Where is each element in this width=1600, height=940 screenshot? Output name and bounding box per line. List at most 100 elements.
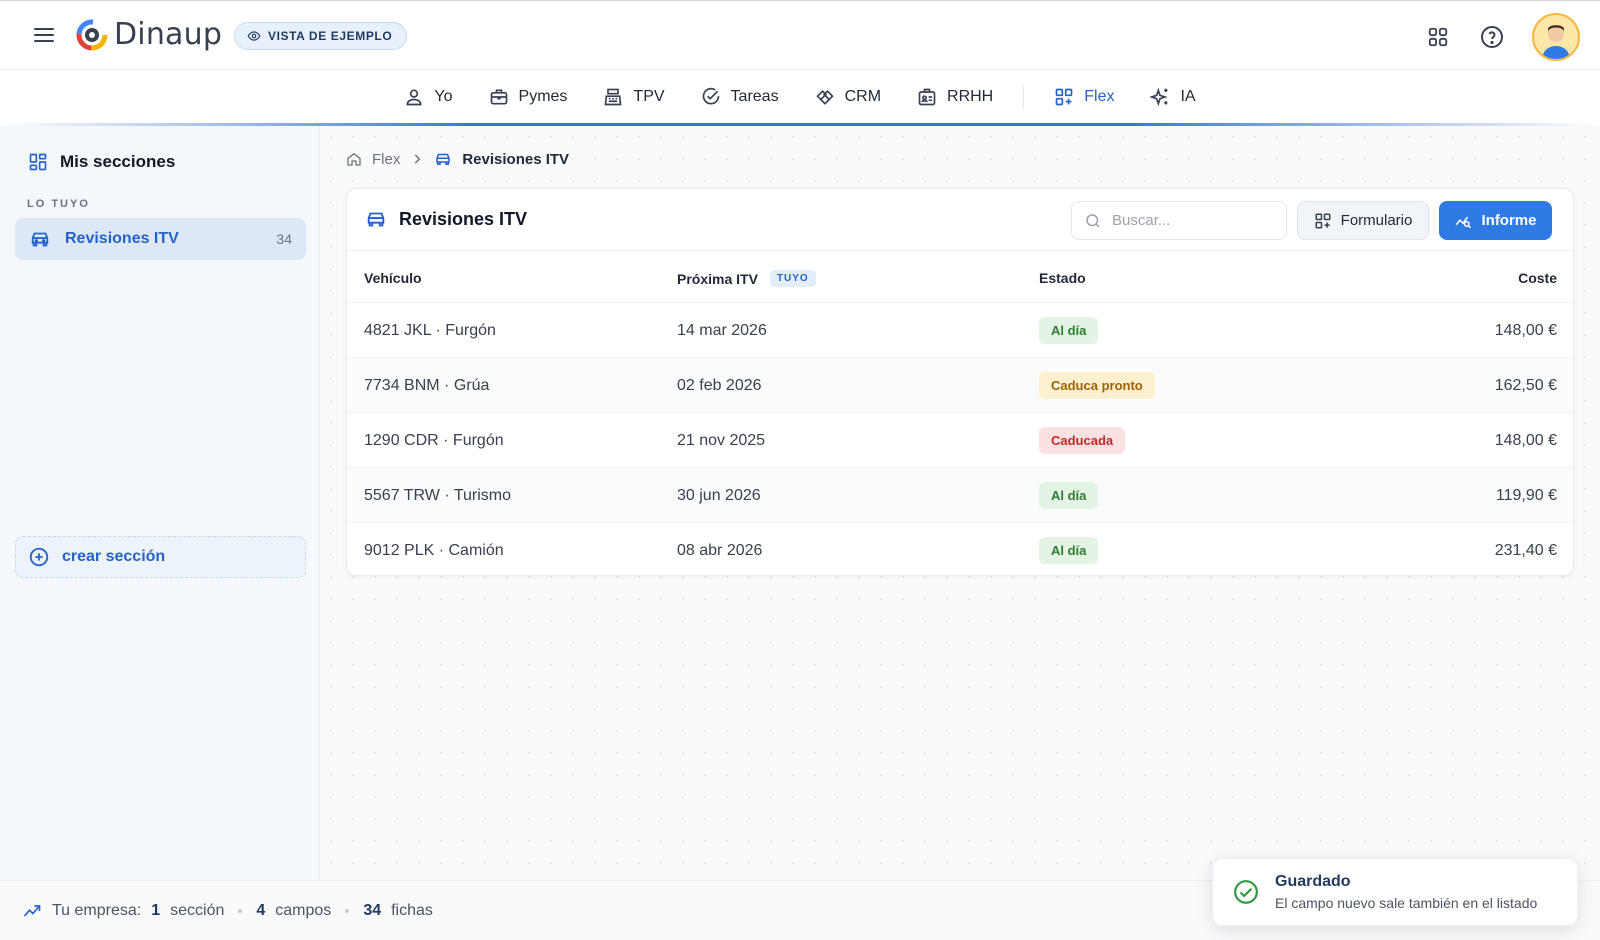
user-avatar[interactable]: [1532, 13, 1580, 61]
nav-item-crm[interactable]: CRM: [797, 77, 899, 117]
column-header-status[interactable]: Estado: [1039, 270, 1086, 286]
column-header-next-itv[interactable]: Próxima ITV TUYO: [677, 270, 816, 287]
cell-cost: 162,50 €: [1494, 377, 1557, 394]
records-count: 34: [363, 902, 382, 919]
nav-item-label: RRHH: [947, 88, 994, 105]
search-input[interactable]: [1112, 212, 1262, 229]
status-badge: Al día: [1039, 317, 1099, 344]
form-button-label: Formulario: [1340, 212, 1413, 229]
home-icon[interactable]: [346, 151, 362, 167]
sparkles-icon: [1150, 87, 1169, 107]
help-icon[interactable]: [1478, 23, 1506, 51]
sidebar-item-revisiones-itv[interactable]: Revisiones ITV 34: [15, 218, 306, 260]
demo-view-badge[interactable]: VISTA DE EJEMPLO: [234, 22, 408, 50]
nav-item-label: IA: [1180, 88, 1196, 105]
nav-item-tareas[interactable]: Tareas: [683, 77, 797, 117]
cell-next-itv: 14 mar 2026: [677, 322, 767, 339]
cell-next-itv: 02 feb 2026: [677, 377, 762, 394]
cell-next-itv: 08 abr 2026: [677, 542, 763, 559]
app-logo[interactable]: Dinaup: [76, 17, 222, 52]
grid-plus-icon: [1315, 213, 1331, 228]
column-header-label: Próxima ITV: [677, 270, 758, 287]
menu-icon[interactable]: [32, 25, 56, 45]
fields-label: campos: [275, 902, 332, 919]
top-bar: Dinaup VISTA DE EJEMPLO: [0, 0, 1600, 70]
nav-item-label: Yo: [434, 88, 453, 105]
nav-item-tpv[interactable]: TPV: [585, 77, 682, 117]
table-row[interactable]: 7734 BNM · Grúa 02 feb 2026 Caduca pronto 1…: [347, 358, 1573, 413]
toast-message: El campo nuevo sale también en el listad…: [1275, 895, 1538, 911]
cell-vehicle: 1290 CDR · Furgón: [364, 432, 504, 449]
column-header-label: Vehículo: [364, 270, 422, 286]
report-button[interactable]: Informe: [1439, 201, 1552, 240]
report-button-label: Informe: [1481, 212, 1537, 229]
module-nav: Yo Pymes TPV Tareas CRM RRHH Flex IA: [0, 70, 1600, 126]
table-row[interactable]: 9012 PLK · Camión 08 abr 2026 Al día 231,40…: [347, 523, 1573, 575]
car-icon: [31, 232, 49, 247]
fields-count: 4: [256, 902, 266, 919]
nav-item-flex[interactable]: Flex: [1036, 77, 1132, 117]
sidebar-title-label: Mis secciones: [60, 152, 176, 171]
eye-icon: [247, 31, 261, 41]
cell-vehicle: 7734 BNM · Grúa: [364, 377, 490, 394]
nav-item-label: CRM: [844, 88, 882, 105]
sidebar: Mis secciones LO TUYO Revisiones ITV 34 …: [0, 126, 320, 880]
breadcrumb-root[interactable]: Flex: [372, 151, 400, 168]
table-row[interactable]: 4821 JKL · Furgón 14 mar 2026 Al día 148,00…: [347, 303, 1573, 358]
nav-item-label: Pymes: [518, 88, 568, 105]
dashboard-icon: [29, 153, 47, 171]
search-icon: [1086, 213, 1100, 228]
cell-vehicle: 9012 PLK · Camión: [364, 542, 504, 559]
chart-search-icon: [1456, 216, 1472, 228]
nav-item-ia[interactable]: IA: [1132, 77, 1213, 117]
user-icon: [406, 89, 422, 106]
dinaup-logo-icon: [76, 19, 108, 50]
grid-plus-icon: [1055, 88, 1073, 106]
cell-next-itv: 21 nov 2025: [677, 432, 766, 449]
cell-next-itv: 30 jun 2026: [677, 487, 761, 504]
sections-count: 1: [151, 902, 161, 919]
nav-item-pymes[interactable]: Pymes: [471, 77, 586, 117]
create-section-label: crear sección: [62, 548, 166, 565]
separator-dot: [238, 909, 243, 913]
nav-item-label: TPV: [633, 88, 665, 105]
table-row[interactable]: 5567 TRW · Turismo 30 jun 2026 Al día 119,9…: [347, 468, 1573, 523]
column-header-label: Coste: [1518, 270, 1557, 286]
card-title: Revisiones ITV: [365, 208, 527, 230]
sidebar-title: Mis secciones: [28, 152, 175, 172]
column-header-label: Estado: [1039, 270, 1086, 286]
sidebar-item-count: 34: [276, 231, 292, 247]
main-content: Flex Revisiones ITV Revisiones ITV Formu…: [320, 126, 1600, 880]
app-name: Dinaup: [114, 17, 223, 52]
card-header: Revisiones ITV Formulario Informe: [347, 189, 1573, 251]
records-label: fichas: [391, 902, 433, 919]
records-card: Revisiones ITV Formulario Informe Vehícu…: [346, 188, 1574, 576]
handshake-icon: [815, 89, 834, 105]
nav-item-yo[interactable]: Yo: [386, 77, 470, 117]
cash-register-icon: [605, 88, 622, 106]
column-header-vehicle[interactable]: Vehículo: [364, 270, 422, 286]
apps-grid-icon[interactable]: [1424, 23, 1452, 51]
sidebar-section-label: LO TUYO: [27, 198, 90, 210]
nav-item-rrhh[interactable]: RRHH: [899, 77, 1011, 117]
id-card-icon: [918, 88, 936, 106]
search-box[interactable]: [1071, 201, 1287, 240]
trend-icon: [23, 905, 41, 917]
cell-cost: 231,40 €: [1494, 542, 1557, 559]
nav-item-label: Flex: [1084, 88, 1115, 105]
nav-divider: [1023, 85, 1025, 109]
table-row[interactable]: 1290 CDR · Furgón 21 nov 2025 Caducada 148,…: [347, 413, 1573, 468]
cell-cost: 148,00 €: [1494, 432, 1557, 449]
create-section-button[interactable]: crear sección: [15, 536, 306, 578]
nav-item-label: Tareas: [730, 88, 779, 105]
saved-toast: Guardado El campo nuevo sale también en …: [1212, 858, 1578, 926]
cell-cost: 119,90 €: [1495, 487, 1557, 504]
column-header-cost[interactable]: Coste: [1518, 270, 1557, 286]
briefcase-icon: [490, 89, 507, 105]
car-icon: [436, 153, 451, 165]
check-circle-icon: [1234, 880, 1258, 904]
check-circle-icon: [702, 87, 719, 105]
cell-vehicle: 5567 TRW · Turismo: [364, 487, 512, 504]
form-button[interactable]: Formulario: [1297, 201, 1429, 240]
chevron-right-icon: [415, 154, 421, 164]
